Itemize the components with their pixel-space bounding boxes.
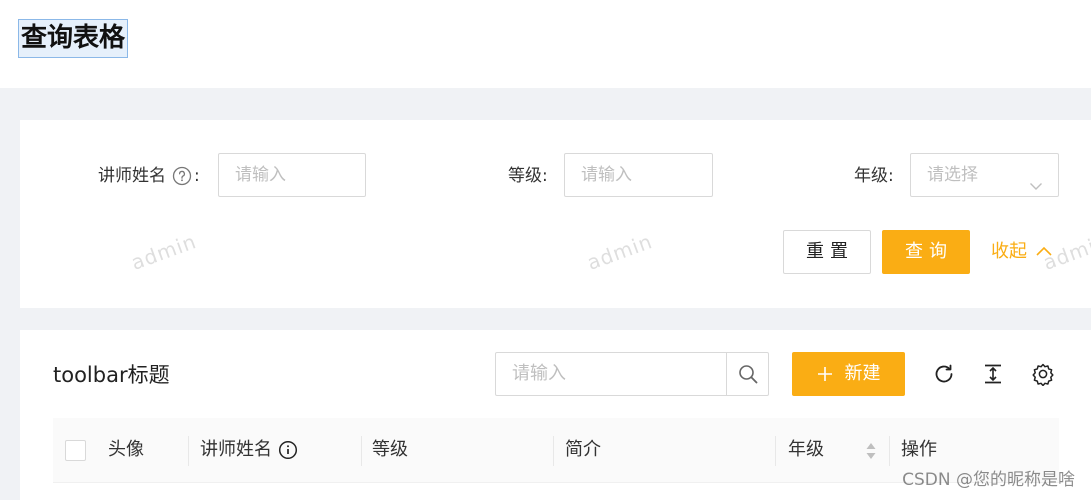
page-title: 查询表格 [18, 19, 129, 58]
watermark: admin [127, 229, 200, 275]
grade-select-placeholder: 请选择 [927, 165, 978, 185]
column-header-grade[interactable]: 年级 [788, 418, 824, 482]
reload-icon[interactable] [931, 361, 957, 387]
teacher-name-colon: : [194, 166, 200, 186]
toolbar-search: 请输入 [495, 352, 769, 396]
column-header-intro: 简介 [565, 439, 601, 460]
new-button[interactable]: 新建 [792, 352, 905, 396]
teacher-name-label-text: 讲师姓名 [98, 166, 166, 186]
new-button-label: 新建 [844, 363, 881, 384]
filter-form: 讲师姓名 : 请输入 等级: 请输入 年级: 请选择 重置 查询 收起 admi… [20, 120, 1091, 308]
watermark: admin [583, 229, 656, 275]
sort-icon[interactable] [865, 440, 877, 462]
search-icon [738, 365, 757, 384]
level-input[interactable]: 请输入 [564, 153, 713, 197]
setting-icon[interactable] [1030, 361, 1056, 387]
query-button[interactable]: 查询 [882, 230, 970, 274]
column-header-teacher-name-label: 讲师姓名 [200, 439, 272, 460]
grade-select[interactable]: 请选择 [910, 153, 1059, 197]
reset-button[interactable]: 重置 [783, 230, 871, 274]
level-label: 等级: [508, 166, 548, 186]
info-circle-icon[interactable] [278, 440, 298, 460]
select-all-checkbox[interactable] [65, 440, 86, 461]
column-header-avatar: 头像 [108, 439, 144, 460]
column-divider[interactable] [553, 436, 554, 466]
search-button[interactable] [726, 353, 768, 395]
question-circle-icon[interactable] [172, 166, 192, 186]
column-header-teacher-name: 讲师姓名 [200, 418, 298, 482]
column-divider[interactable] [889, 436, 890, 466]
column-divider[interactable] [361, 436, 362, 466]
chevron-down-icon [1028, 168, 1044, 190]
collapse-label: 收起 [991, 241, 1027, 262]
column-header-level: 等级 [372, 439, 408, 460]
column-height-icon[interactable] [980, 361, 1006, 387]
teacher-name-input[interactable]: 请输入 [218, 153, 366, 197]
search-input[interactable]: 请输入 [496, 353, 726, 395]
toolbar-title: toolbar标题 [53, 363, 170, 387]
page-header: 查询表格 [0, 0, 1091, 88]
teacher-name-label: 讲师姓名 : [98, 154, 200, 198]
column-divider[interactable] [188, 436, 189, 466]
column-divider[interactable] [775, 436, 776, 466]
credit-watermark: CSDN @您的昵称是啥 [902, 470, 1075, 490]
grade-label: 年级: [854, 166, 894, 186]
plus-icon [817, 367, 832, 381]
